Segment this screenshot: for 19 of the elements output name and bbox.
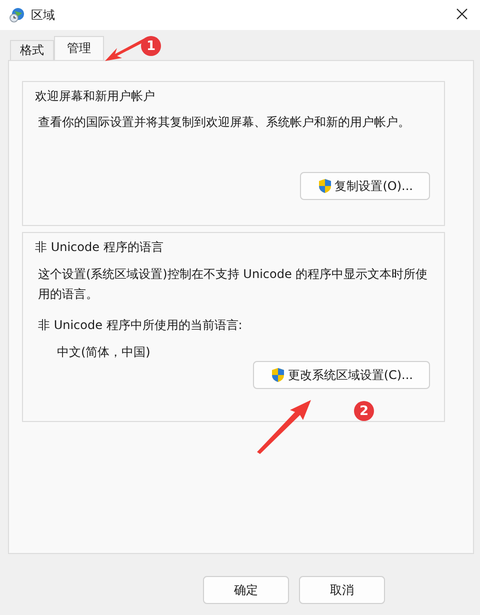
description-text: 查看你的国际设置并将其复制到欢迎屏幕、系统帐户和新的用户帐户。 [38, 114, 411, 131]
arrow-annotation [255, 398, 313, 454]
step-badge: 1 [141, 36, 161, 56]
settings-button[interactable]: 复制设置(O)... [300, 172, 430, 200]
shield-icon [270, 367, 286, 383]
group-title: 欢迎屏幕和新用户帐户 [34, 88, 156, 105]
current-language-label: 非 Unicode 程序中所使用的当前语言: [38, 317, 244, 334]
description-text: 这个设置(系统区域设置)控制在不支持 Unicode 的程序中显示文本时所使用的语言。 [38, 266, 429, 303]
settings-button[interactable]: 更改系统区域设置(C)... [252, 361, 430, 389]
group-title: 非 Unicode 程序的语言 [34, 239, 164, 256]
tab[interactable]: 管理 [54, 36, 104, 60]
dialog-button[interactable]: 取消 [299, 576, 385, 604]
current-language-value: 中文(简体，中国) [57, 344, 152, 361]
dialog-button[interactable]: 确定 [203, 576, 289, 604]
tab[interactable]: 格式 [10, 40, 54, 60]
globe-clock-icon [9, 7, 25, 23]
window-title: 区域 [31, 6, 56, 24]
close-icon [456, 8, 468, 20]
shield-icon [316, 178, 333, 194]
